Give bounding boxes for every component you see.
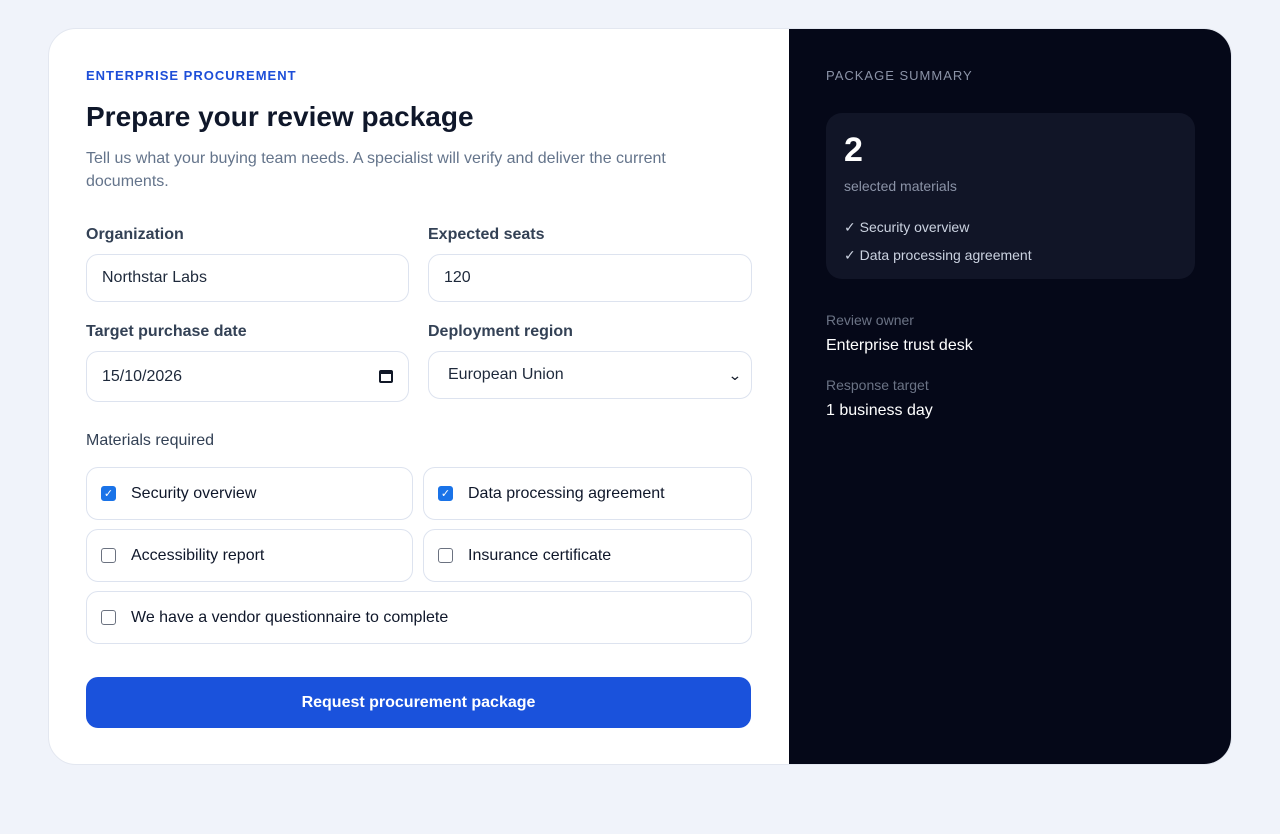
region-value: European Union [448,366,564,383]
material-label: Accessibility report [131,546,265,564]
selected-item: ✓ Security overview [844,219,970,235]
seats-label: Expected seats [428,226,545,243]
response-target-value: 1 business day [826,402,933,419]
checkbox-unchecked-icon[interactable] [101,610,116,625]
region-label: Deployment region [428,323,573,340]
organization-label: Organization [86,226,184,243]
chevron-down-icon: ⌄ [728,366,743,383]
page-subtitle: Tell us what your buying team needs. A s… [86,150,666,190]
organization-field[interactable]: Northstar Labs [86,254,409,302]
review-owner-value: Enterprise trust desk [826,337,973,354]
calendar-icon[interactable] [379,370,393,383]
checkbox-unchecked-icon[interactable] [438,548,453,563]
material-label: Data processing agreement [468,484,665,502]
material-security-overview[interactable]: ✓ Security overview [86,467,413,520]
material-label: We have a vendor questionnaire to comple… [131,608,449,626]
response-target-label: Response target [826,377,929,393]
checkbox-checked-icon[interactable]: ✓ [438,486,453,501]
date-value: 15/10/2026 [102,367,183,385]
review-owner-label: Review owner [826,312,914,328]
selected-list: ✓ Security overview ✓ Data processing ag… [844,213,1032,269]
material-vendor-questionnaire[interactable]: We have a vendor questionnaire to comple… [86,591,752,644]
selected-item: ✓ Data processing agreement [844,247,1032,263]
checkbox-checked-icon[interactable]: ✓ [101,486,116,501]
organization-value: Northstar Labs [102,269,207,286]
material-label: Security overview [131,484,257,502]
material-label: Insurance certificate [468,546,612,564]
form-panel: ENTERPRISE PROCUREMENT Prepare your revi… [49,29,789,764]
page-title: Prepare your review package [86,101,474,132]
seats-field[interactable]: 120 [428,254,752,302]
summary-box: 2 selected materials ✓ Security overview… [826,113,1195,279]
eyebrow: ENTERPRISE PROCUREMENT [86,68,297,83]
request-package-button[interactable]: Request procurement package [86,677,751,728]
material-insurance-certificate[interactable]: Insurance certificate [423,529,752,582]
summary-eyebrow: PACKAGE SUMMARY [826,68,973,83]
date-field[interactable]: 15/10/2026 [86,351,409,402]
material-accessibility-report[interactable]: Accessibility report [86,529,413,582]
checkbox-unchecked-icon[interactable] [101,548,116,563]
selected-count: 2 [844,131,863,169]
region-select[interactable]: European Union ⌄ [428,351,752,399]
material-data-processing-agreement[interactable]: ✓ Data processing agreement [423,467,752,520]
date-label: Target purchase date [86,323,247,340]
seats-value: 120 [444,269,471,286]
selected-count-label: selected materials [844,178,957,194]
procurement-card: ENTERPRISE PROCUREMENT Prepare your revi… [48,28,1232,765]
materials-label: Materials required [86,432,215,449]
summary-panel: PACKAGE SUMMARY 2 selected materials ✓ S… [789,29,1231,764]
